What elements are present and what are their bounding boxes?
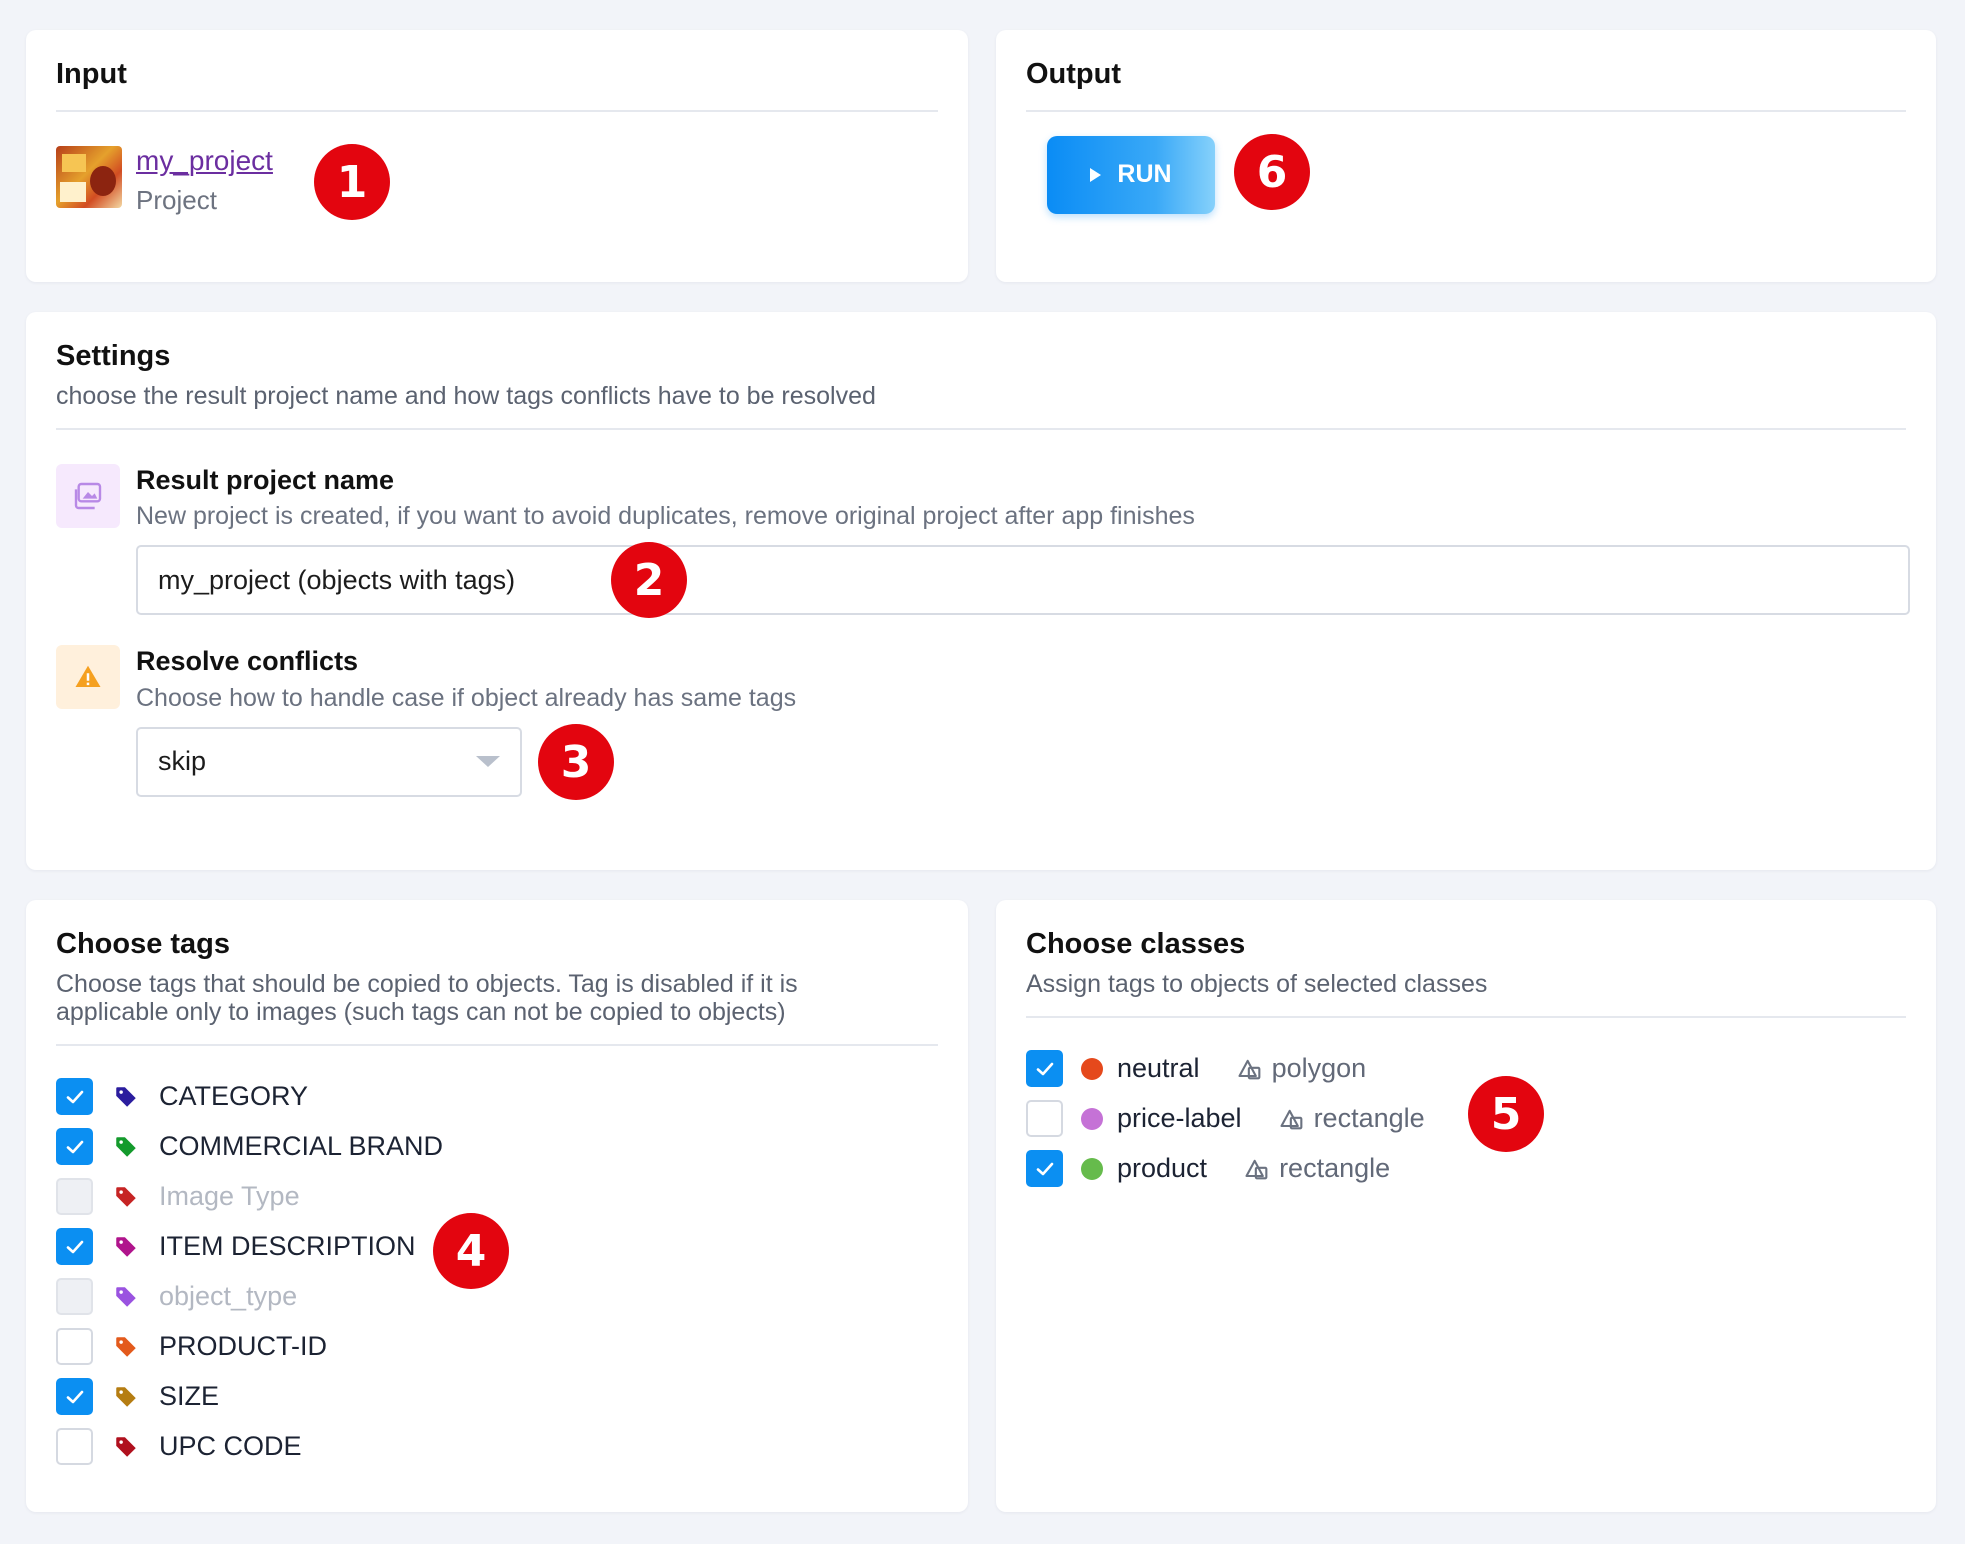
tag-icon [116, 1337, 136, 1357]
classes-divider [1026, 1015, 1906, 1018]
result-name-input[interactable]: my_project (objects with tags) [136, 545, 1910, 616]
tag-label: object_type [159, 1281, 298, 1312]
tag-label: ITEM DESCRIPTION [159, 1231, 416, 1262]
run-button[interactable]: RUN [1047, 135, 1215, 214]
class-shape: polygon [1271, 1053, 1367, 1084]
shapes-icon [1280, 1109, 1302, 1130]
tag-label: Image Type [159, 1181, 300, 1212]
tag-icon [116, 1087, 136, 1107]
resolve-conflicts-selected: skip [158, 746, 207, 777]
classes-description: Assign tags to objects of selected class… [1026, 969, 1488, 998]
tag-checkbox[interactable] [56, 1428, 93, 1466]
tag-checkbox[interactable] [56, 1278, 93, 1316]
resolve-conflicts-field: Resolve conflicts Choose how to handle c… [56, 645, 1906, 797]
output-card: Output RUN [996, 30, 1936, 282]
class-checkbox[interactable] [1026, 1050, 1063, 1088]
tag-label: COMMERCIAL BRAND [159, 1131, 444, 1162]
tag-icon [116, 1137, 136, 1157]
resolve-conflicts-title: Resolve conflicts [136, 646, 359, 677]
class-checkbox[interactable] [1026, 1150, 1063, 1188]
tags-title: Choose tags [56, 928, 231, 960]
tag-icon [116, 1187, 136, 1207]
shapes-icon [1238, 1059, 1260, 1080]
shapes-icon [1245, 1159, 1268, 1180]
tag-checkbox[interactable] [56, 1328, 93, 1366]
tag-checkbox[interactable] [56, 1228, 93, 1266]
settings-card: Settings choose the result project name … [26, 312, 1936, 870]
settings-divider [56, 427, 1906, 430]
callout-badge-3: 3 [538, 724, 614, 800]
project-thumbnail [56, 145, 122, 208]
tag-icon [116, 1287, 136, 1307]
tag-label: CATEGORY [159, 1081, 309, 1112]
tags-card: Choose tags Choose tags that should be c… [26, 900, 968, 1512]
tag-label: PRODUCT-ID [159, 1331, 327, 1362]
play-icon [1090, 167, 1102, 182]
tag-row[interactable]: UPC CODE [56, 1422, 938, 1472]
input-title: Input [56, 58, 127, 90]
class-shape: rectangle [1279, 1153, 1391, 1184]
callout-badge-4: 4 [433, 1213, 509, 1289]
callout-badge-5: 5 [1468, 1076, 1544, 1152]
tag-row[interactable]: SIZE [56, 1372, 938, 1422]
input-divider [56, 109, 938, 112]
tag-row[interactable]: Image Type [56, 1172, 938, 1222]
class-row[interactable]: product rectangle [1026, 1144, 1906, 1194]
callout-badge-6: 6 [1234, 134, 1310, 210]
tag-icon [116, 1437, 136, 1457]
tag-icon [116, 1387, 136, 1407]
result-name-description: New project is created, if you want to a… [136, 502, 1195, 531]
tag-label: UPC CODE [159, 1431, 302, 1462]
class-color-dot [1081, 1157, 1103, 1180]
warning-icon [56, 645, 120, 710]
class-shape: rectangle [1313, 1103, 1425, 1134]
callout-badge-1: 1 [314, 144, 390, 220]
run-button-label: RUN [1117, 160, 1172, 189]
resolve-conflicts-description: Choose how to handle case if object alre… [136, 683, 797, 712]
class-name: neutral [1117, 1053, 1200, 1084]
resolve-conflicts-select[interactable]: skip [136, 726, 522, 797]
tag-checkbox[interactable] [56, 1378, 93, 1416]
settings-description: choose the result project name and how t… [56, 381, 876, 410]
classes-title: Choose classes [1026, 928, 1246, 960]
class-row[interactable]: price-label rectangle [1026, 1094, 1906, 1144]
tag-row[interactable]: PRODUCT-ID [56, 1322, 938, 1372]
tag-checkbox[interactable] [56, 1178, 93, 1216]
result-name-field: Result project name New project is creat… [56, 463, 1910, 616]
tag-icon [116, 1237, 136, 1257]
output-divider [1026, 109, 1906, 112]
tags-description: Choose tags that should be copied to obj… [56, 969, 798, 1026]
class-list: neutral polygon price-label rectangle pr… [1026, 1044, 1906, 1194]
tag-row[interactable]: CATEGORY [56, 1072, 938, 1122]
class-color-dot [1081, 1057, 1103, 1080]
tag-checkbox[interactable] [56, 1128, 93, 1166]
class-checkbox[interactable] [1026, 1100, 1063, 1138]
tags-divider [56, 1043, 938, 1046]
tag-row[interactable]: object_type [56, 1272, 938, 1322]
project-type-label: Project [136, 184, 217, 215]
result-name-title: Result project name [136, 464, 395, 495]
callout-badge-2: 2 [611, 542, 687, 618]
class-name: product [1117, 1153, 1208, 1184]
classes-card: Choose classes Assign tags to objects of… [996, 900, 1936, 1512]
project-link[interactable]: my_project [136, 145, 273, 177]
settings-title: Settings [56, 340, 171, 372]
tag-label: SIZE [159, 1381, 220, 1412]
project-row: my_project Project [56, 145, 938, 216]
input-card: Input my_project Project [26, 30, 968, 282]
class-color-dot [1081, 1107, 1103, 1130]
tag-row[interactable]: COMMERCIAL BRAND [56, 1122, 938, 1172]
tag-checkbox[interactable] [56, 1078, 93, 1116]
chevron-down-icon [476, 756, 500, 768]
output-title: Output [1026, 58, 1122, 90]
class-row[interactable]: neutral polygon [1026, 1044, 1906, 1094]
class-name: price-label [1117, 1103, 1242, 1134]
image-stack-icon [56, 463, 120, 528]
